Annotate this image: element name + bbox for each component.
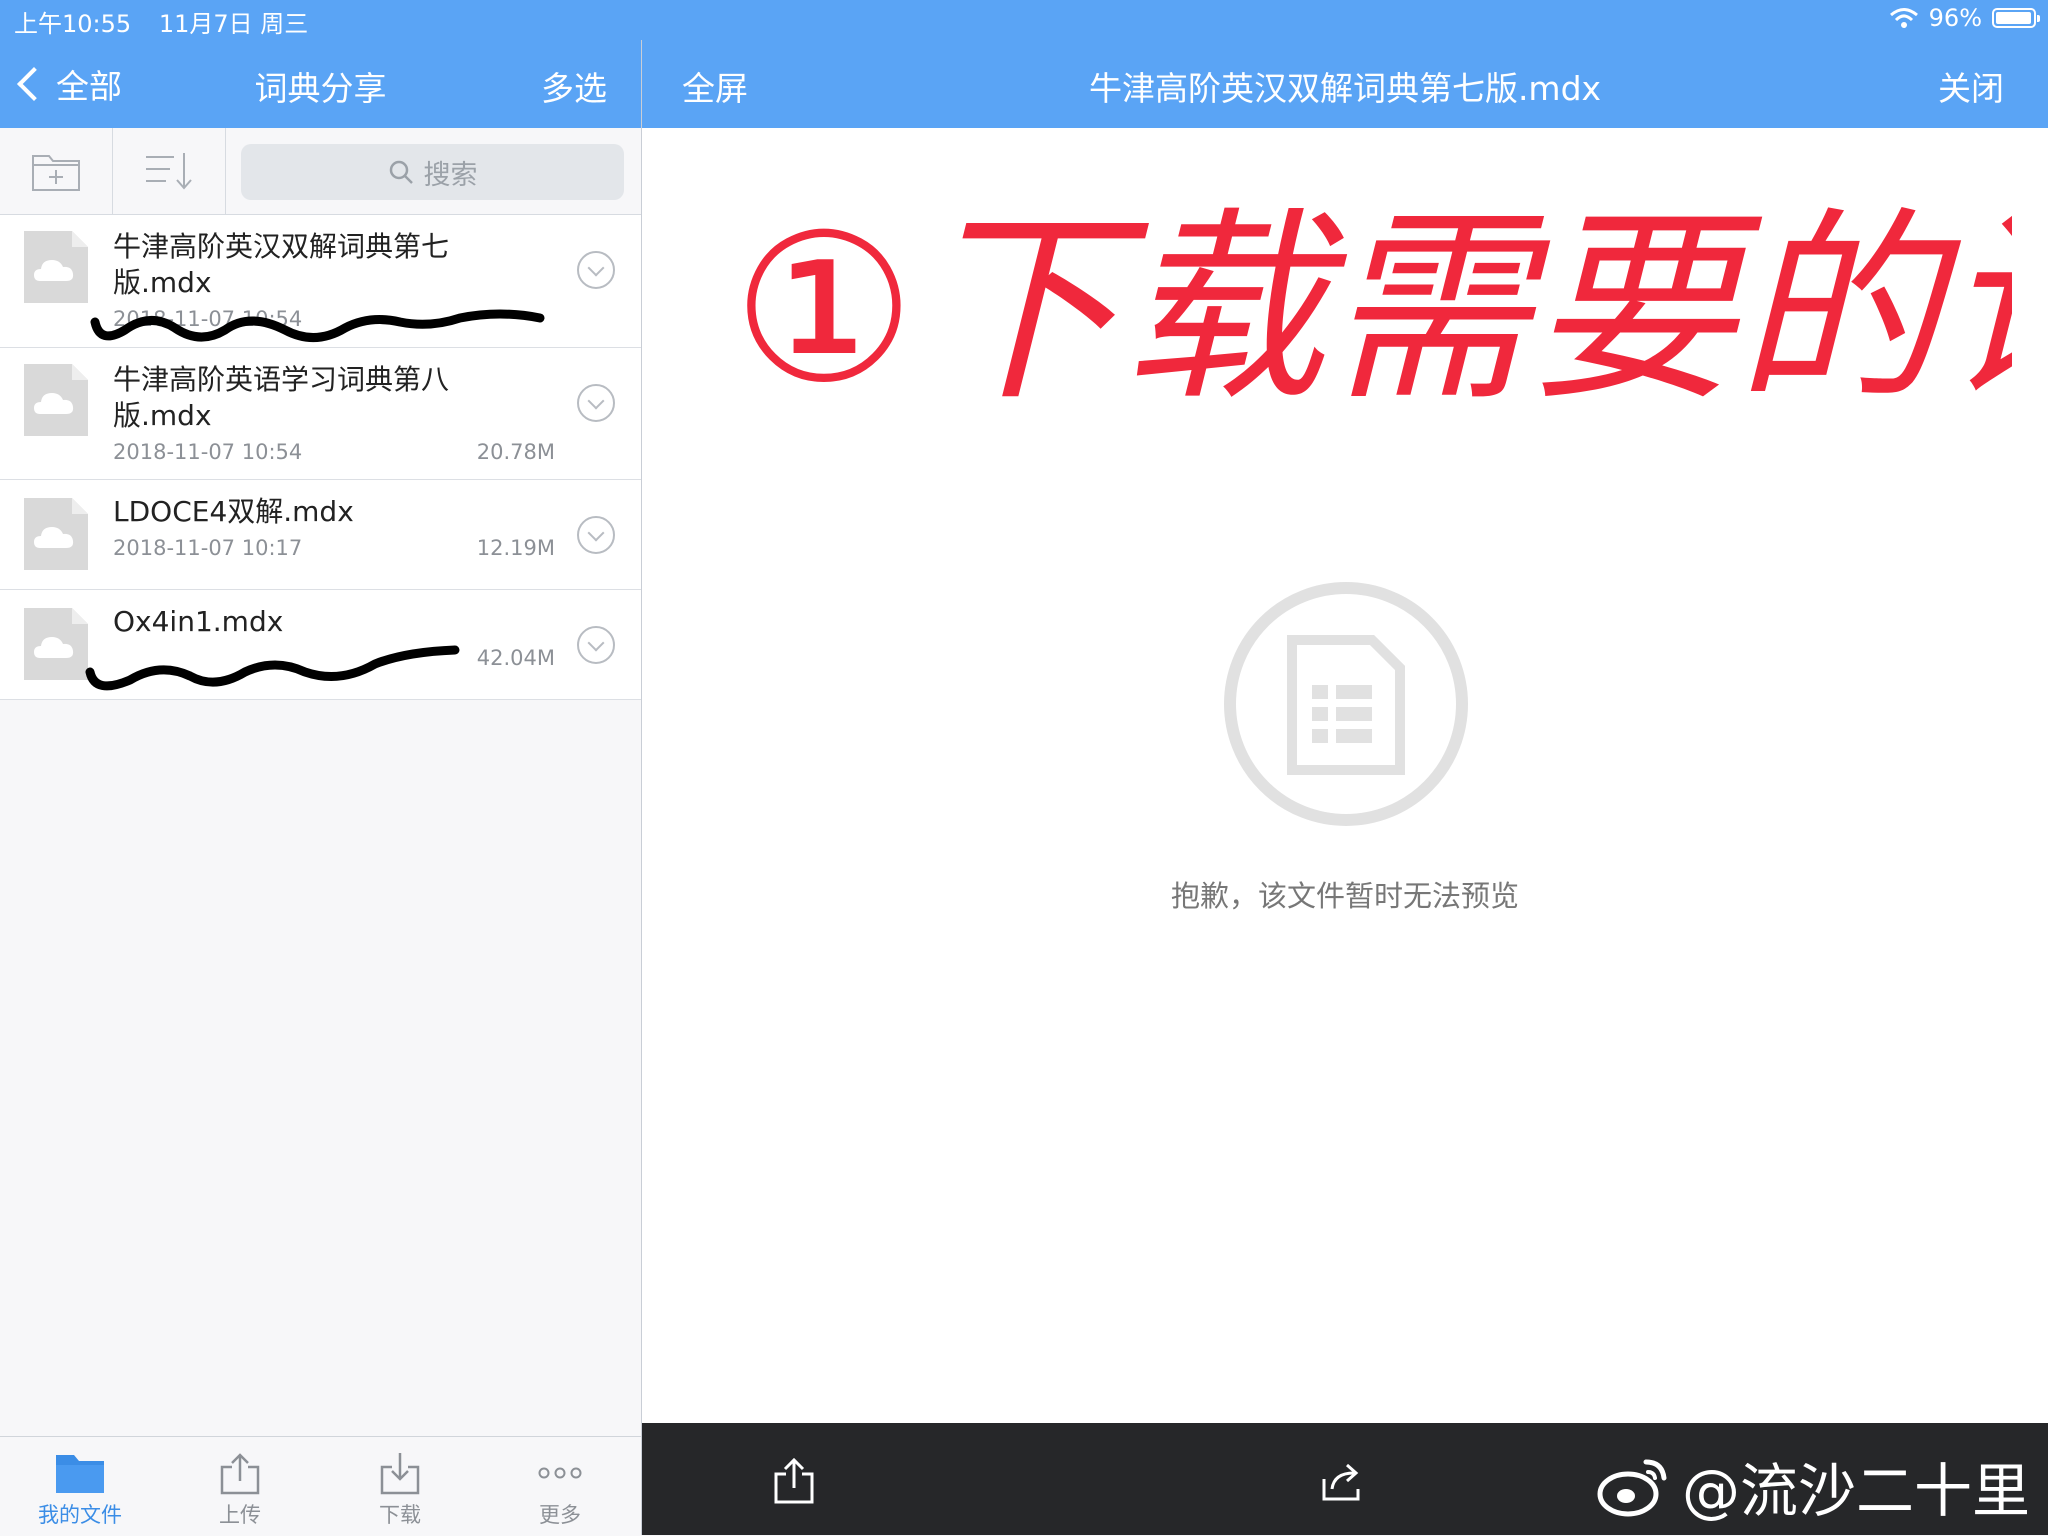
status-time: 上午10:55 [14,10,132,38]
cloud-file-icon [24,498,88,570]
file-toolbar: 搜索 [0,128,641,215]
file-name: LDOCE4双解.mdx [113,495,354,528]
file-size: 20.78M [476,440,555,464]
file-name: 牛津高阶英汉双解词典第七版.mdx [113,230,450,299]
more-icon [538,1467,582,1479]
tab-label: 上传 [219,1503,261,1527]
tab-my-files[interactable]: 我的文件 [0,1437,160,1536]
new-folder-icon [32,155,80,191]
file-browser-pane: 全部 词典分享 多选 搜索 牛津高阶英汉双解词典第七版.mdx 2018-11-… [0,0,642,1536]
file-name: 牛津高阶英语学习词典第八版.mdx [113,363,450,432]
preview-unavailable-message: 抱歉，该文件暂时无法预览 [1170,879,1519,913]
wifi-icon [1889,8,1918,28]
folder-icon [56,1455,104,1493]
handwritten-annotation: ①下载需要的词典 [732,191,2012,429]
file-row[interactable]: 牛津高阶英语学习词典第八版.mdx 2018-11-07 10:54 20.78… [0,348,641,480]
back-label: 全部 [56,67,122,106]
chevron-down-icon [587,392,605,409]
tab-download[interactable]: 下载 [320,1437,480,1536]
chevron-down-icon [587,524,605,541]
file-preview-pane: 全屏 牛津高阶英汉双解词典第七版.mdx 关闭 ①下载需要的词典 抱歉，该文件暂… [642,0,2048,1535]
chevron-down-icon [587,634,605,651]
file-actions-button[interactable] [577,626,615,664]
status-bar: 上午10:55 11月7日 周三 96% [0,0,2048,40]
tab-label: 我的文件 [38,1503,122,1527]
tab-bar: 我的文件 上传 下载 更多 [0,1436,641,1536]
close-button[interactable]: 关闭 [1938,62,2004,110]
new-folder-button[interactable] [0,128,113,214]
file-size: 42.04M [476,646,555,670]
share-icon [774,1457,814,1504]
tab-upload[interactable]: 上传 [160,1437,320,1536]
status-indicators: 96% [1889,4,2040,32]
share-button[interactable] [764,1451,824,1511]
file-date: 2018-11-07 10:54 [113,307,303,331]
status-date: 11月7日 周三 [158,10,309,38]
cloud-file-icon [24,608,88,680]
fullscreen-button[interactable]: 全屏 [682,62,748,110]
file-row[interactable]: LDOCE4双解.mdx 2018-11-07 10:17 12.19M [0,480,641,590]
forward-icon [1322,1463,1360,1501]
search-icon [389,160,413,184]
sort-icon [146,153,192,190]
battery-fill [1996,12,2031,24]
chevron-down-icon [587,259,605,276]
annotation-text: ①下载需要的词典 [732,191,2012,429]
tab-more[interactable]: 更多 [480,1437,640,1536]
cloud-file-icon [24,231,88,303]
preview-title: 牛津高阶英汉双解词典第七版.mdx [1088,69,1602,108]
sort-button[interactable] [113,128,226,214]
status-time-date: 上午10:55 11月7日 周三 [14,4,308,39]
back-button[interactable]: 全部 [16,60,122,108]
tab-label: 下载 [379,1503,421,1527]
tab-label: 更多 [539,1503,581,1527]
battery-icon [1992,8,2040,28]
file-name: Ox4in1.mdx [113,605,284,638]
file-actions-button[interactable] [577,251,615,289]
search-input[interactable]: 搜索 [241,144,624,200]
unsupported-file-icon [1224,582,1468,826]
battery-percent: 96% [1928,4,1982,32]
upload-icon [220,1453,260,1495]
search-placeholder: 搜索 [423,159,478,191]
file-size: 12.19M [476,536,555,560]
file-row[interactable]: Ox4in1.mdx 42.04M [0,590,641,700]
watermark-text: @流沙二十里 [1681,1457,2030,1525]
watermark: @流沙二十里 [1596,1444,2030,1528]
forward-button[interactable] [1312,1451,1372,1511]
file-row[interactable]: 牛津高阶英汉双解词典第七版.mdx 2018-11-07 10:54 [0,215,641,348]
file-date: 2018-11-07 10:17 [113,536,303,560]
multi-select-button[interactable]: 多选 [541,62,607,110]
cloud-file-icon [24,364,88,436]
chevron-left-icon [17,67,51,101]
file-date: 2018-11-07 10:54 [113,440,303,464]
download-icon [380,1453,420,1495]
file-actions-button[interactable] [577,384,615,422]
file-actions-button[interactable] [577,516,615,554]
weibo-logo-icon [1597,1459,1667,1517]
